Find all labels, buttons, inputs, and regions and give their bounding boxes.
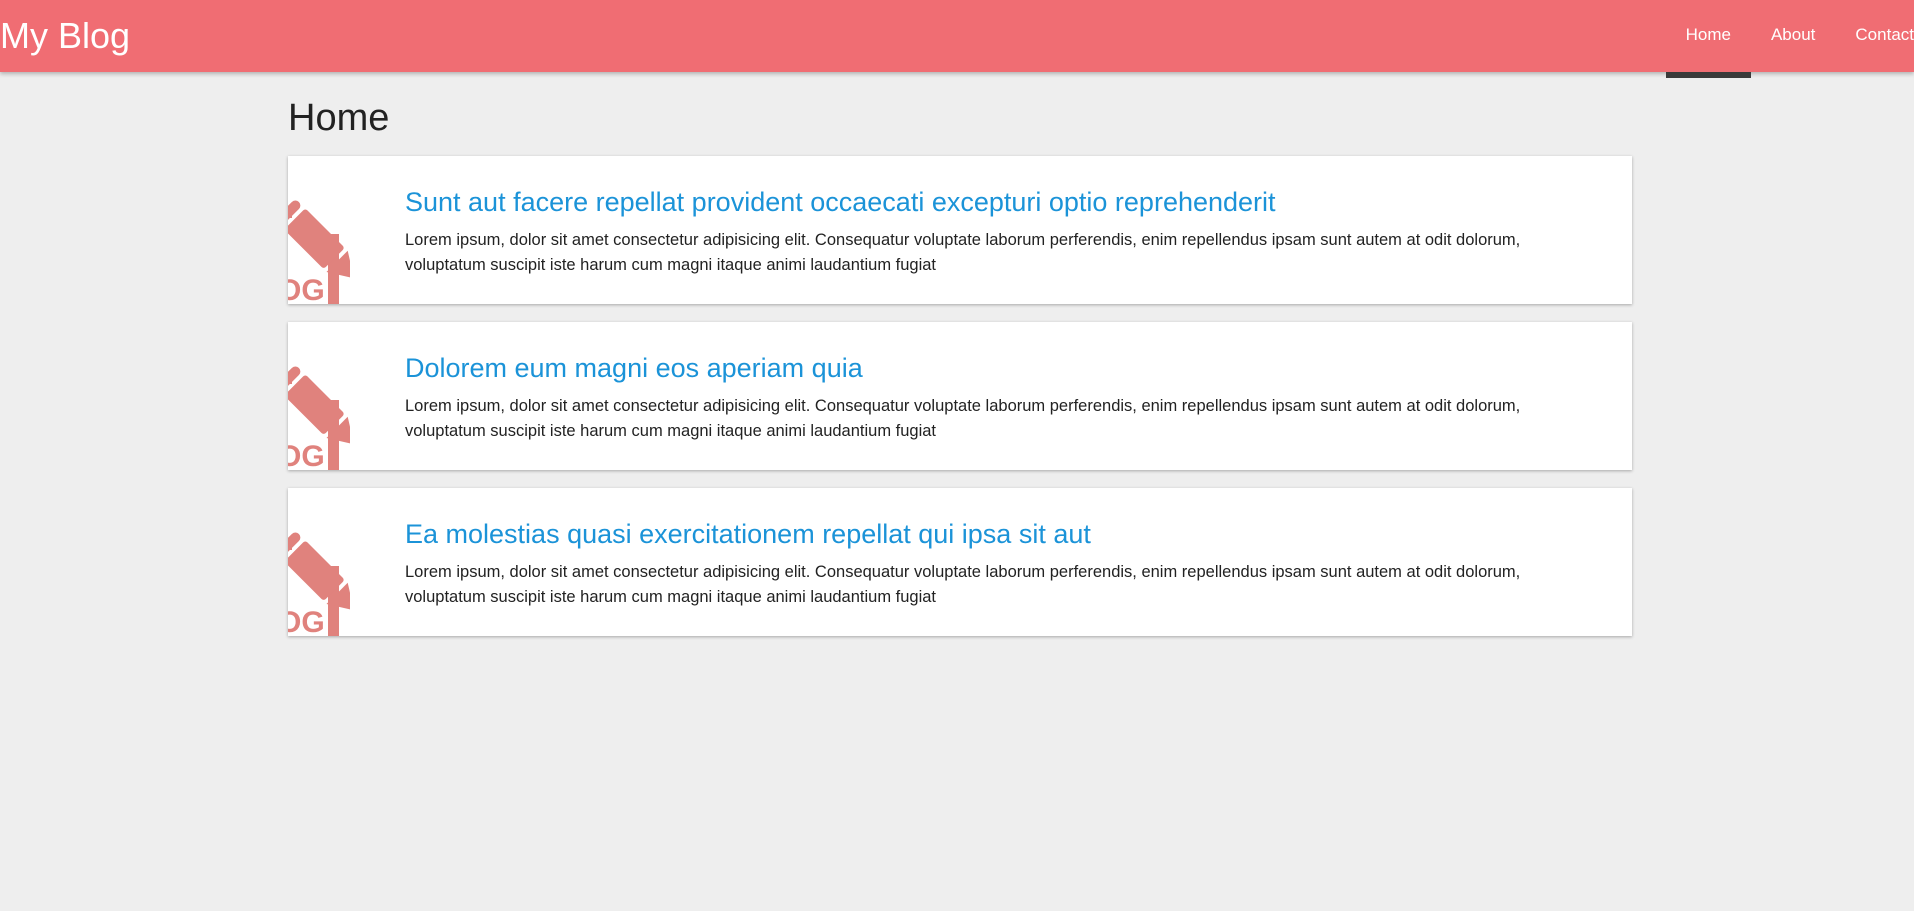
post-title-link[interactable]: Dolorem eum magni eos aperiam quia <box>405 352 1562 384</box>
nav-link-about[interactable]: About <box>1751 0 1835 72</box>
post-excerpt: Lorem ipsum, dolor sit amet consectetur … <box>405 231 1521 274</box>
svg-text:OG: OG <box>288 274 325 304</box>
nav-link-home[interactable]: Home <box>1665 0 1752 78</box>
page-title: Home <box>288 97 390 139</box>
blog-pencil-icon: OG <box>288 322 350 470</box>
post-title-link[interactable]: Sunt aut facere repellat provident occae… <box>405 186 1562 218</box>
nav-link-contact[interactable]: Contact <box>1835 0 1914 72</box>
post-card: OG Dolorem eum magni eos aperiam quia Lo… <box>288 322 1632 470</box>
blog-pencil-icon: OG <box>288 488 350 636</box>
post-card-body: Sunt aut facere repellat provident occae… <box>405 186 1562 278</box>
svg-text:OG: OG <box>288 440 325 470</box>
brand-logo-link[interactable]: My Blog <box>0 14 130 58</box>
post-card: OG Ea molestias quasi exercitationem rep… <box>288 488 1632 636</box>
post-excerpt: Lorem ipsum, dolor sit amet consectetur … <box>405 397 1521 440</box>
main-nav: Home About Contact <box>1665 0 1914 78</box>
post-title-link[interactable]: Ea molestias quasi exercitationem repell… <box>405 518 1562 550</box>
post-excerpt: Lorem ipsum, dolor sit amet consectetur … <box>405 563 1521 606</box>
post-card: OG Sunt aut facere repellat provident oc… <box>288 156 1632 304</box>
blog-pencil-icon: OG <box>288 156 350 304</box>
svg-text:OG: OG <box>288 606 325 636</box>
post-card-body: Dolorem eum magni eos aperiam quia Lorem… <box>405 352 1562 444</box>
post-card-body: Ea molestias quasi exercitationem repell… <box>405 518 1562 610</box>
top-navbar: My Blog Home About Contact <box>0 0 1914 78</box>
main-content: Home OG Sunt aut facere repellat provide… <box>288 72 1632 654</box>
